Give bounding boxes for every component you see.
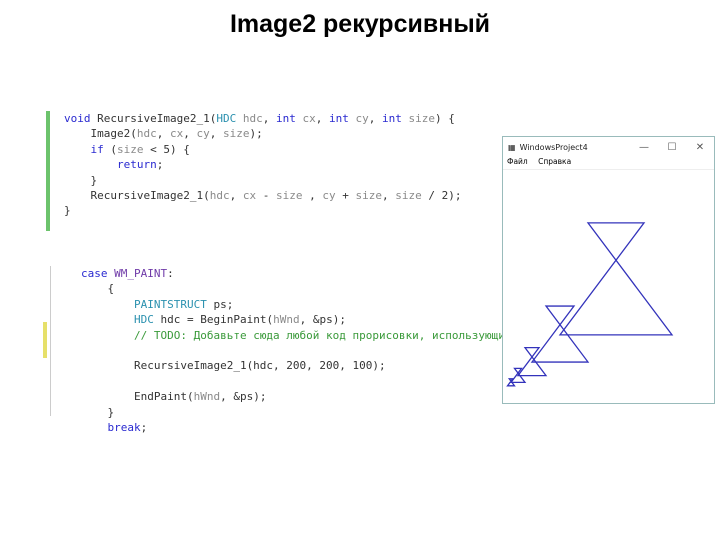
code-line: RecursiveImage2_1(hdc, cx - size , cy + … <box>64 188 476 203</box>
code-token: ; <box>140 421 148 435</box>
code-token: int <box>381 112 409 125</box>
code-line: { <box>81 281 480 296</box>
code-token: RecursiveImage2_1(hdc, 200, 200, 100); <box>81 359 386 373</box>
code-token: case <box>81 267 115 280</box>
code-token: cy <box>355 112 369 125</box>
code-token: + <box>335 189 356 203</box>
code-token: , &ps); <box>299 313 346 327</box>
code-line: return; <box>64 157 476 172</box>
code-line: RecursiveImage2_1(hdc, 200, 200, 100); <box>81 358 480 373</box>
code-token: } <box>81 405 115 419</box>
code-token: size <box>222 127 250 141</box>
code-token: , <box>209 127 223 141</box>
code-token: HDC <box>133 313 161 327</box>
code-block-wm-paint: case WM_PAINT: { PAINTSTRUCT ps; HDC hdc… <box>50 266 558 434</box>
code-token: return <box>116 158 157 172</box>
code-block-recursive-function: void RecursiveImage2_1(HDC hdc, int cx, … <box>46 111 476 231</box>
code-token: size <box>395 189 422 203</box>
code-token: , &ps); <box>220 390 267 404</box>
code-token: size <box>275 189 303 203</box>
code-token: hdc <box>209 189 230 203</box>
code-line: Image2(hdc, cx, cy, size); <box>64 126 476 141</box>
code-token: ) { <box>434 112 455 125</box>
code-token: void <box>64 112 98 125</box>
code-token: / 2); <box>421 189 462 203</box>
code-line: if (size < 5) { <box>64 142 476 157</box>
code-token: - <box>256 189 276 203</box>
code-token: hdc = BeginPaint( <box>160 313 274 327</box>
code-token: , <box>368 112 382 125</box>
code-token: size <box>408 112 435 125</box>
code-line: EndPaint(hWnd, &ps); <box>81 389 480 404</box>
code-line: } <box>81 405 480 420</box>
code-token: , <box>315 112 329 125</box>
code-token: hWnd <box>193 390 221 404</box>
code-token: , <box>229 189 243 203</box>
code-token: ( <box>110 142 117 156</box>
code-token: , <box>156 127 170 141</box>
code-token: RecursiveImage2_1( <box>97 112 217 125</box>
code-token: if <box>90 142 111 156</box>
code-token: int <box>328 112 356 125</box>
code-token: HDC <box>216 112 243 125</box>
code-token: ; <box>156 158 164 172</box>
code-line: PAINTSTRUCT ps; <box>81 297 480 312</box>
code-token: cx <box>302 112 316 125</box>
code-token: ); <box>249 127 263 141</box>
code-token: int <box>275 112 303 125</box>
code-token: cx <box>242 189 257 203</box>
code-line: void RecursiveImage2_1(HDC hdc, int cx, … <box>64 111 476 126</box>
code-token: WM_PAINT <box>114 267 168 280</box>
code-token: , <box>183 127 197 141</box>
change-marker <box>43 322 47 358</box>
code-line: HDC hdc = BeginPaint(hWnd, &ps); <box>81 312 480 327</box>
code-token: hWnd <box>273 313 300 327</box>
code-token: // TODO: Добавьте сюда любой код прорисо… <box>133 328 558 342</box>
code-token: cx <box>169 127 184 141</box>
code-line: } <box>64 173 476 188</box>
code-token: < 5) { <box>143 142 190 156</box>
code-token: , <box>262 112 276 125</box>
code-token: } <box>64 173 98 187</box>
code-token: RecursiveImage2_1( <box>64 189 210 203</box>
code-token: PAINTSTRUCT <box>133 297 214 311</box>
slide-title: Image2 рекурсивный <box>229 10 491 38</box>
code-token: } <box>64 204 71 218</box>
code-token: { <box>81 282 115 296</box>
code-token: size <box>355 189 382 203</box>
code-token: , <box>381 189 396 203</box>
code-token: cy <box>322 189 336 203</box>
code-token: size <box>117 142 144 156</box>
code-line: case WM_PAINT: <box>81 266 480 281</box>
code-line: } <box>64 203 476 218</box>
code-token: , <box>302 189 323 203</box>
code-token: break <box>107 421 141 435</box>
code-line: break; <box>81 420 480 435</box>
code-token: ps; <box>213 297 234 311</box>
code-token: cy <box>196 127 210 141</box>
hourglass-figure <box>558 222 674 336</box>
code-token: EndPaint( <box>81 390 194 404</box>
code-token: hdc <box>242 112 263 125</box>
app-window: ▦ WindowsProject4 — ☐ ✕ Файл Справка <box>502 136 715 404</box>
code-token: hdc <box>136 127 157 141</box>
code-token: : <box>167 267 174 280</box>
code-line: // TODO: Добавьте сюда любой код прорисо… <box>81 328 558 343</box>
recursive-figure-canvas <box>506 222 674 387</box>
code-token: Image2( <box>64 127 137 141</box>
